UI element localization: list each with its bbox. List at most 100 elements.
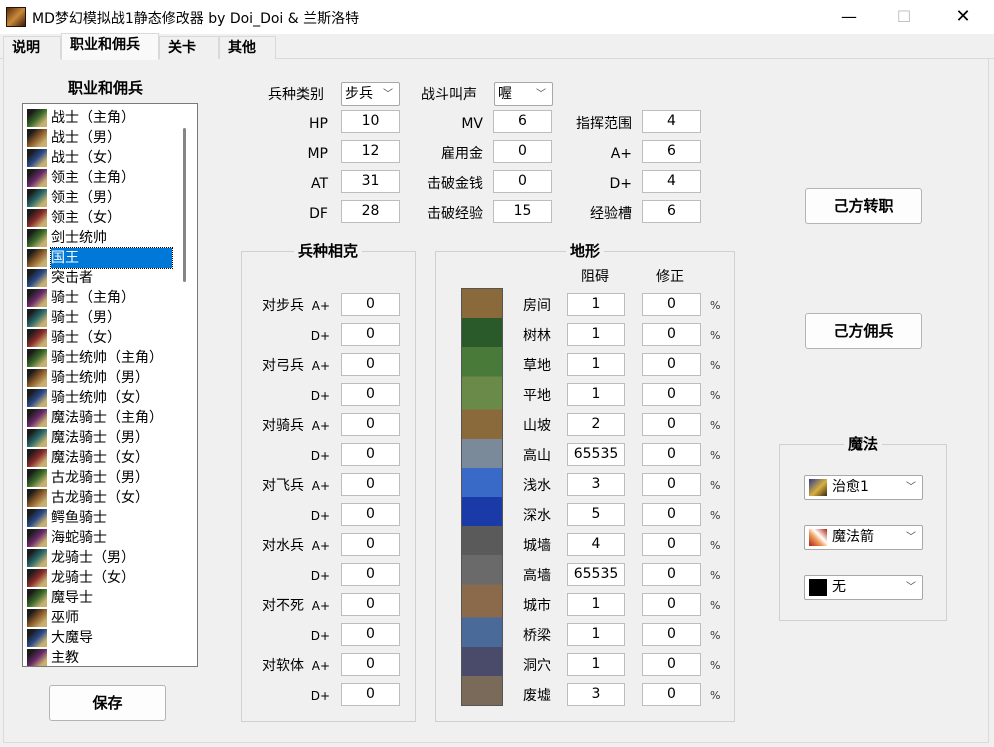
class-list-item[interactable]: 骑士（女）: [27, 328, 174, 348]
class-list-item[interactable]: 海蛇骑士: [27, 528, 174, 548]
class-list-item[interactable]: 魔法骑士（女）: [27, 448, 174, 468]
save-button[interactable]: 保存: [49, 685, 166, 721]
terrain-mod-field[interactable]: 0: [642, 473, 701, 496]
class-list-item[interactable]: 骑士统帅（主角）: [27, 348, 174, 368]
terrain-block-field[interactable]: 1: [567, 383, 625, 406]
hire-cost-field[interactable]: 0: [493, 140, 552, 163]
terrain-mod-field[interactable]: 0: [642, 293, 701, 316]
tab-readme[interactable]: 说明: [3, 36, 61, 59]
magic-slot-3-select[interactable]: 无 ﹀: [804, 575, 923, 600]
counter-d-plus-field[interactable]: 0: [341, 683, 400, 706]
class-list-item[interactable]: 领主（主角）: [27, 168, 174, 188]
class-list-item[interactable]: 突击者: [27, 268, 174, 288]
class-listbox[interactable]: 战士（主角） 战士（男） 战士（女） 领主（主角） 领主（男） 领主（女） 剑士统帅 国王 突击…: [22, 103, 198, 667]
counter-d-plus-field[interactable]: 0: [341, 563, 400, 586]
change-class-button[interactable]: 己方转职: [805, 188, 922, 224]
tab-class-mercenary[interactable]: 职业和佣兵: [61, 33, 159, 60]
scrollbar-thumb[interactable]: [183, 128, 186, 282]
class-list-item[interactable]: 鳄鱼骑士: [27, 508, 174, 528]
counter-d-plus-field[interactable]: 0: [341, 383, 400, 406]
terrain-block-field[interactable]: 1: [567, 293, 625, 316]
at-field[interactable]: 31: [341, 170, 400, 193]
battle-cry-select[interactable]: 喔 ﹀: [494, 82, 553, 106]
terrain-name-label: 草地: [523, 358, 551, 374]
terrain-block-field[interactable]: 2: [567, 413, 625, 436]
tab-stage[interactable]: 关卡: [159, 36, 219, 59]
class-list-item[interactable]: 剑士统帅: [27, 228, 174, 248]
terrain-block-field[interactable]: 5: [567, 503, 625, 526]
class-list-item[interactable]: 魔法骑士（主角）: [27, 408, 174, 428]
terrain-mod-field[interactable]: 0: [642, 593, 701, 616]
terrain-block-field[interactable]: 1: [567, 593, 625, 616]
class-list-item[interactable]: 古龙骑士（女）: [27, 488, 174, 508]
terrain-mod-field[interactable]: 0: [642, 353, 701, 376]
class-list-item[interactable]: 主教: [27, 648, 174, 666]
terrain-mod-field[interactable]: 0: [642, 503, 701, 526]
class-list-item[interactable]: 骑士统帅（男）: [27, 368, 174, 388]
class-list-item[interactable]: 古龙骑士（男）: [27, 468, 174, 488]
counter-a-plus-field[interactable]: 0: [341, 293, 400, 316]
mv-field[interactable]: 6: [493, 110, 552, 133]
class-list-item[interactable]: 战士（女）: [27, 148, 174, 168]
command-a-plus-field[interactable]: 6: [642, 140, 701, 163]
hp-field[interactable]: 10: [341, 110, 400, 133]
terrain-block-field[interactable]: 65535: [567, 443, 625, 466]
class-list-item[interactable]: 龙骑士（男）: [27, 548, 174, 568]
terrain-block-field[interactable]: 1: [567, 653, 625, 676]
terrain-block-field[interactable]: 1: [567, 323, 625, 346]
counter-a-plus-field[interactable]: 0: [341, 653, 400, 676]
df-field[interactable]: 28: [341, 200, 400, 223]
terrain-mod-field[interactable]: 0: [642, 683, 701, 706]
counter-d-plus-field[interactable]: 0: [341, 443, 400, 466]
close-button[interactable]: ✕: [940, 0, 986, 34]
terrain-mod-field[interactable]: 0: [642, 623, 701, 646]
class-list-item[interactable]: 国王: [27, 247, 174, 269]
counter-a-plus-field[interactable]: 0: [341, 473, 400, 496]
defeat-exp-field[interactable]: 15: [493, 200, 552, 223]
class-list-item[interactable]: 战士（主角）: [27, 108, 174, 128]
class-list-item[interactable]: 大魔导: [27, 628, 174, 648]
counter-a-plus-field[interactable]: 0: [341, 593, 400, 616]
command-d-plus-field[interactable]: 4: [642, 170, 701, 193]
class-list-item[interactable]: 领主（男）: [27, 188, 174, 208]
class-list-item[interactable]: 巫师: [27, 608, 174, 628]
terrain-mod-field[interactable]: 0: [642, 653, 701, 676]
counter-a-plus-field[interactable]: 0: [341, 533, 400, 556]
terrain-block-field[interactable]: 4: [567, 533, 625, 556]
class-list-item[interactable]: 骑士（男）: [27, 308, 174, 328]
terrain-block-field[interactable]: 3: [567, 683, 625, 706]
terrain-mod-field[interactable]: 0: [642, 533, 701, 556]
terrain-mod-field[interactable]: 0: [642, 443, 701, 466]
unit-type-select[interactable]: 步兵 ﹀: [341, 82, 400, 106]
magic-slot-1-select[interactable]: 治愈1 ﹀: [804, 475, 923, 500]
counter-d-plus-field[interactable]: 0: [341, 323, 400, 346]
terrain-mod-field[interactable]: 0: [642, 563, 701, 586]
class-list-item[interactable]: 龙骑士（女）: [27, 568, 174, 588]
exp-slot-field[interactable]: 6: [642, 200, 701, 223]
minimize-button[interactable]: —: [826, 0, 872, 34]
terrain-mod-field[interactable]: 0: [642, 413, 701, 436]
magic-slot-2-select[interactable]: 魔法箭 ﹀: [804, 525, 923, 550]
counter-d-plus-field[interactable]: 0: [341, 503, 400, 526]
class-list-item[interactable]: 骑士（主角）: [27, 288, 174, 308]
class-list-item[interactable]: 战士（男）: [27, 128, 174, 148]
class-list-item[interactable]: 魔法骑士（男）: [27, 428, 174, 448]
terrain-block-field[interactable]: 1: [567, 353, 625, 376]
terrain-block-field[interactable]: 65535: [567, 563, 625, 586]
mercenary-button[interactable]: 己方佣兵: [805, 313, 922, 349]
class-list-item[interactable]: 领主（女）: [27, 208, 174, 228]
defeat-gold-field[interactable]: 0: [493, 170, 552, 193]
counter-a-plus-field[interactable]: 0: [341, 413, 400, 436]
maximize-button[interactable]: ☐: [881, 0, 927, 34]
tab-other[interactable]: 其他: [219, 36, 276, 59]
terrain-mod-field[interactable]: 0: [642, 323, 701, 346]
terrain-block-field[interactable]: 3: [567, 473, 625, 496]
counter-d-plus-field[interactable]: 0: [341, 623, 400, 646]
class-list-item[interactable]: 骑士统帅（女）: [27, 388, 174, 408]
command-range-field[interactable]: 4: [642, 110, 701, 133]
terrain-block-field[interactable]: 1: [567, 623, 625, 646]
mp-field[interactable]: 12: [341, 140, 400, 163]
class-list-item[interactable]: 魔导士: [27, 588, 174, 608]
terrain-mod-field[interactable]: 0: [642, 383, 701, 406]
counter-a-plus-field[interactable]: 0: [341, 353, 400, 376]
